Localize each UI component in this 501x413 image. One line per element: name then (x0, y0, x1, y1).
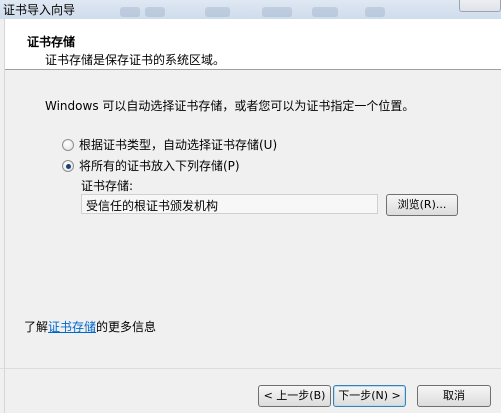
blurred-background-text (145, 7, 165, 17)
radio-auto-select[interactable] (62, 138, 74, 151)
wizard-body (0, 19, 501, 413)
learn-more-prefix: 了解 (24, 320, 49, 334)
bottom-separator (0, 368, 501, 369)
certificate-store-label: 证书存储: (81, 179, 134, 193)
place-in-store-label: 将所有的证书放入下列存储(P) (79, 159, 240, 173)
certificate-store-link[interactable]: 证书存储 (48, 320, 96, 334)
radio-place-in-store[interactable] (62, 159, 74, 172)
next-button[interactable]: 下一步(N) > (333, 385, 406, 407)
certificate-store-field: 受信任的根证书颁发机构 (81, 194, 378, 214)
auto-select-store-option[interactable]: 根据证书类型，自动选择证书存储(U) (62, 136, 277, 153)
auto-select-label: 根据证书类型，自动选择证书存储(U) (79, 138, 278, 152)
blurred-background-text (312, 7, 338, 17)
page-title: 证书存储 (27, 35, 76, 49)
blurred-background-text (262, 7, 292, 17)
learn-more-suffix: 的更多信息 (96, 320, 157, 334)
window-close-button[interactable] (459, 0, 501, 12)
learn-more-text: 了解证书存储的更多信息 (24, 318, 156, 335)
blurred-background-text (365, 7, 385, 17)
left-frame-edge (0, 19, 5, 413)
page-description: 证书存储是保存证书的系统区域。 (45, 53, 226, 67)
wizard-header: 证书存储 证书存储是保存证书的系统区域。 (0, 19, 501, 70)
intro-text: Windows 可以自动选择证书存储，或者您可以为证书指定一个位置。 (45, 99, 415, 113)
title-bar: 证书导入向导 (0, 0, 501, 19)
window-title: 证书导入向导 (3, 3, 76, 17)
browse-button[interactable]: 浏览(R)... (386, 194, 458, 216)
back-button[interactable]: < 上一步(B) (258, 385, 331, 407)
blurred-background-text (205, 7, 230, 17)
place-in-store-option[interactable]: 将所有的证书放入下列存储(P) (62, 157, 240, 174)
cancel-button[interactable]: 取消 (417, 385, 491, 407)
blurred-background-text (120, 7, 140, 17)
